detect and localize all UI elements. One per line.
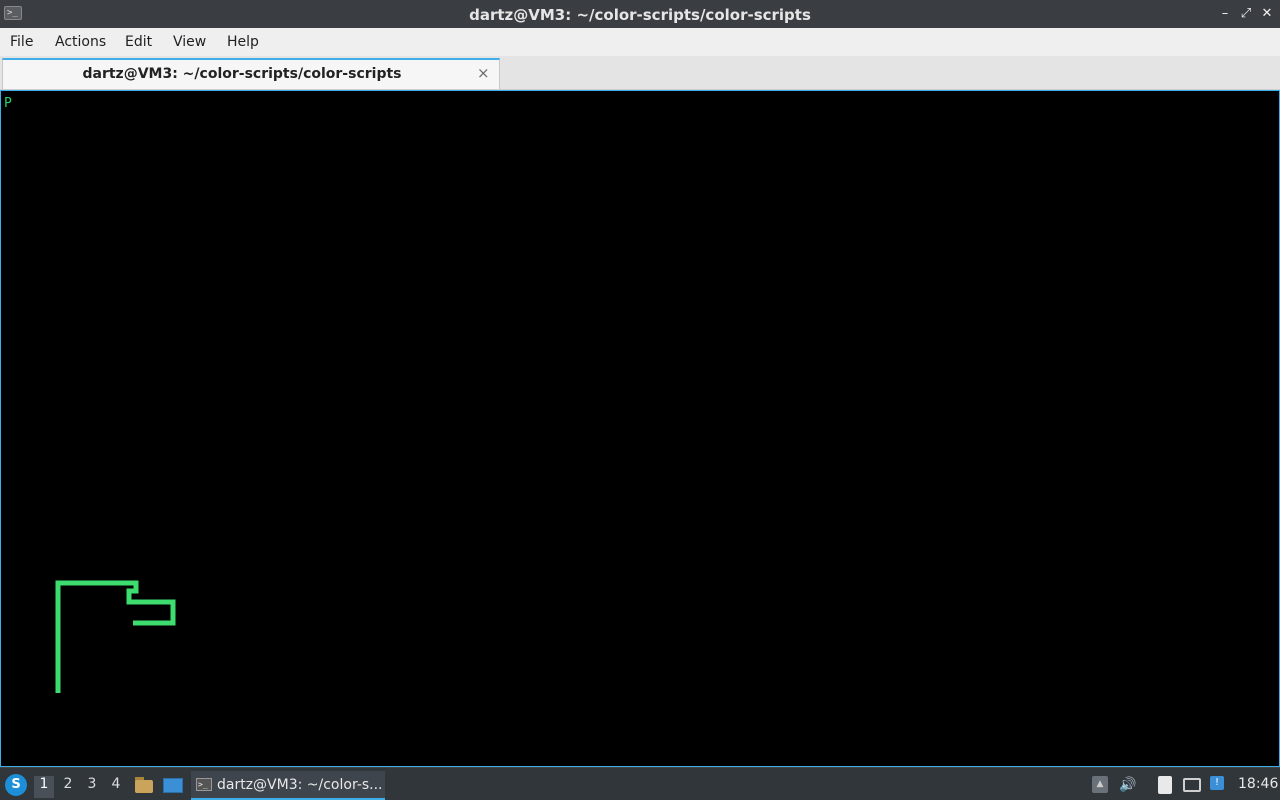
tray-expand-icon[interactable]: ▲	[1090, 775, 1110, 795]
terminal-icon: >_	[196, 778, 212, 791]
menu-view[interactable]: View	[173, 34, 206, 50]
workspace-2[interactable]: 2	[58, 776, 78, 798]
workspace-1[interactable]: 1	[34, 776, 54, 798]
taskbar-task-label: dartz@VM3: ~/color-s...	[217, 777, 383, 793]
window-title: dartz@VM3: ~/color-scripts/color-scripts	[469, 6, 811, 24]
minimize-icon[interactable]: –	[1216, 5, 1234, 23]
tab-label: dartz@VM3: ~/color-scripts/color-scripts	[82, 66, 402, 82]
workspace-3[interactable]: 3	[82, 776, 102, 798]
menu-edit[interactable]: Edit	[125, 34, 152, 50]
terminal-tab[interactable]: dartz@VM3: ~/color-scripts/color-scripts…	[2, 58, 500, 89]
menu-help[interactable]: Help	[227, 34, 259, 50]
window-titlebar[interactable]: >_ dartz@VM3: ~/color-scripts/color-scri…	[0, 0, 1280, 28]
tab-close-icon[interactable]: ×	[477, 64, 490, 82]
menu-bar: File Actions Edit View Help	[0, 28, 1280, 56]
terminal-view[interactable]: P	[0, 90, 1280, 767]
menu-actions[interactable]: Actions	[55, 34, 106, 50]
taskbar-terminal-button[interactable]: >_ dartz@VM3: ~/color-s...	[191, 771, 385, 800]
taskbar: S 1 2 3 4 >_ dartz@VM3: ~/color-s... ▲ 🔊…	[0, 767, 1280, 800]
menu-file[interactable]: File	[10, 34, 33, 50]
clock[interactable]: 18:46	[1238, 776, 1278, 792]
terminal-output-char: P	[4, 96, 12, 111]
network-icon[interactable]	[1182, 775, 1202, 795]
volume-icon[interactable]: 🔊	[1118, 775, 1138, 795]
update-notifier-icon[interactable]: !	[1208, 775, 1228, 795]
file-manager-icon[interactable]	[133, 775, 155, 795]
snake-line	[55, 580, 176, 693]
snake-drawing	[55, 580, 176, 693]
close-icon[interactable]: ✕	[1258, 5, 1276, 23]
start-menu-icon[interactable]: S	[5, 774, 27, 796]
maximize-icon[interactable]: ⤢	[1237, 5, 1255, 23]
tab-bar: dartz@VM3: ~/color-scripts/color-scripts…	[0, 56, 1280, 90]
clipboard-icon[interactable]	[1155, 775, 1175, 795]
workspace-4[interactable]: 4	[106, 776, 126, 798]
show-desktop-icon[interactable]	[162, 775, 184, 795]
